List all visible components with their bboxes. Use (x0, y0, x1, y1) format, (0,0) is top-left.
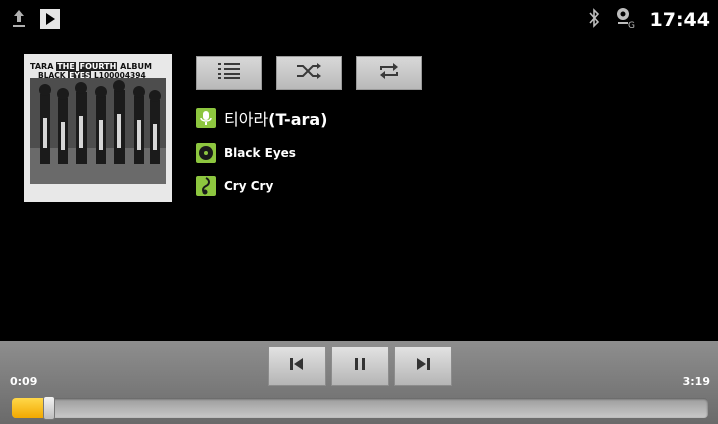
status-left-icons (12, 8, 60, 34)
song-title: Cry Cry (224, 179, 274, 193)
repeat-button[interactable] (356, 56, 422, 90)
shuffle-icon (296, 62, 322, 84)
elapsed-time: 0:09 (10, 375, 38, 388)
total-duration: 3:19 (682, 375, 710, 388)
svg-text:G: G (628, 21, 635, 30)
album-cover-photo (30, 78, 166, 184)
seek-bar[interactable] (12, 398, 708, 418)
album-row: Black Eyes (196, 143, 296, 163)
gps-signal-icon: G (614, 6, 636, 34)
next-icon (414, 356, 432, 376)
album-cover-title: TARA THE FOURTH ALBUM (30, 62, 152, 71)
music-note-icon (196, 176, 216, 196)
seek-thumb[interactable] (43, 396, 55, 420)
upload-icon[interactable] (12, 8, 26, 34)
microphone-icon (196, 108, 216, 128)
clock: 17:44 (649, 9, 710, 31)
shuffle-button[interactable] (276, 56, 342, 90)
next-button[interactable] (394, 346, 452, 386)
playlist-icon (218, 62, 240, 84)
transport-bar: 0:09 3:19 (0, 341, 718, 424)
play-notification-icon[interactable] (40, 9, 60, 33)
artist-row: 티아라(T-ara) (196, 106, 327, 130)
song-row: Cry Cry (196, 176, 273, 196)
artist-name: 티아라(T-ara) (224, 110, 328, 129)
status-bar: G 17:44 (0, 0, 718, 42)
pause-button[interactable] (331, 346, 389, 386)
album-art: TARA THE FOURTH ALBUM BLACK EYES L100004… (24, 54, 172, 202)
pause-icon (353, 356, 367, 376)
previous-icon (288, 356, 306, 376)
disc-icon (196, 143, 216, 163)
repeat-icon (378, 61, 400, 85)
playlist-button[interactable] (196, 56, 262, 90)
bluetooth-icon (588, 8, 600, 32)
previous-button[interactable] (268, 346, 326, 386)
status-right-icons: G 17:44 (588, 6, 710, 34)
album-name: Black Eyes (224, 146, 296, 160)
